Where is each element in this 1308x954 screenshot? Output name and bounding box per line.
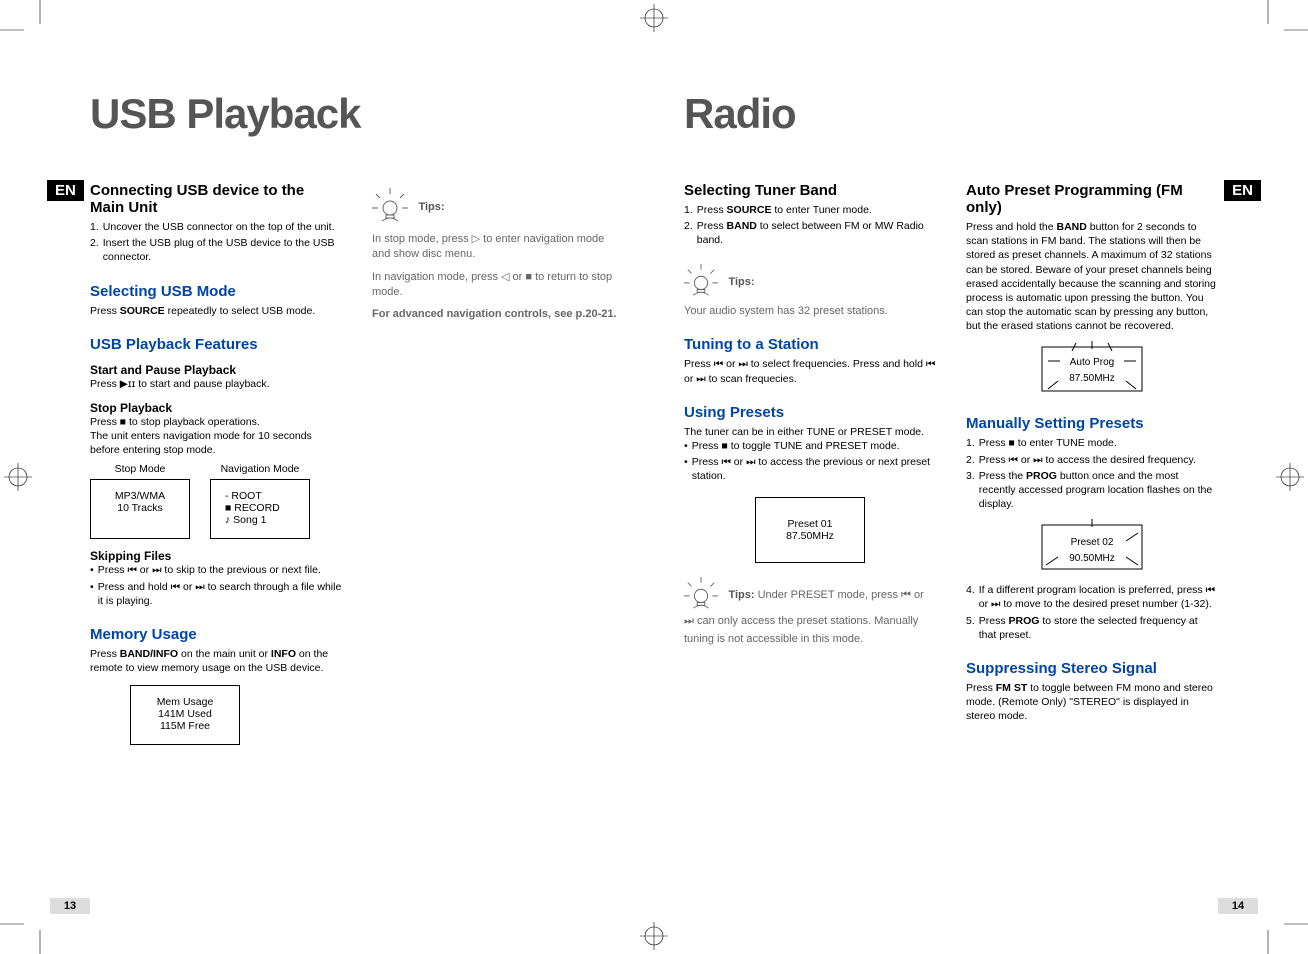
page-left: EN USB Playback Connecting USB device to… bbox=[0, 0, 654, 954]
language-badge-left: EN bbox=[47, 180, 84, 201]
heading-memory-usage: Memory Usage bbox=[90, 626, 342, 643]
heading-auto-preset: Auto Preset Programming (FM only) bbox=[966, 182, 1218, 216]
svg-text:Auto Prog: Auto Prog bbox=[1070, 357, 1114, 368]
language-badge-right: EN bbox=[1224, 180, 1261, 201]
display-label-nav-mode: Navigation Mode bbox=[210, 463, 310, 475]
step-text: Press ⏮ or ⏭ to access the desired frequ… bbox=[979, 453, 1196, 467]
step-text: Insert the USB plug of the USB device to… bbox=[103, 236, 342, 264]
step-text: If a different program location is prefe… bbox=[979, 583, 1218, 611]
body-text: Press ▶ɪɪ to start and pause playback. bbox=[90, 377, 342, 391]
tips-label: Tips: bbox=[418, 201, 444, 213]
page-number-left: 13 bbox=[50, 898, 90, 914]
svg-text:87.50MHz: 87.50MHz bbox=[1069, 373, 1115, 384]
body-text: The tuner can be in either TUNE or PRESE… bbox=[684, 425, 936, 439]
body-text: Press FM ST to toggle between FM mono an… bbox=[966, 681, 1218, 724]
step-number: 1. bbox=[90, 220, 99, 234]
tips-text: Your audio system has 32 preset stations… bbox=[684, 304, 936, 319]
tips-text: In navigation mode, press ◁ or ■ to retu… bbox=[372, 270, 624, 300]
page-number-right: 14 bbox=[1218, 898, 1258, 914]
step-text: Uncover the USB connector on the top of … bbox=[103, 220, 335, 234]
tips-label: Tips: bbox=[728, 276, 754, 288]
body-text: Press SOURCE repeatedly to select USB mo… bbox=[90, 304, 342, 318]
bullet-text: Press ⏮ or ⏭ to skip to the previous or … bbox=[98, 563, 321, 577]
display-box-preset: Preset 01 87.50MHz bbox=[755, 497, 865, 563]
svg-text:Preset 02: Preset 02 bbox=[1071, 537, 1114, 548]
page-right: EN Radio Selecting Tuner Band 1. Press S… bbox=[654, 0, 1308, 954]
bullet-text: Press and hold ⏮ or ⏭ to search through … bbox=[98, 580, 342, 608]
step-number: 3. bbox=[966, 469, 975, 512]
step-text: Press ■ to enter TUNE mode. bbox=[979, 436, 1117, 450]
heading-connecting-usb: Connecting USB device to the Main Unit bbox=[90, 182, 342, 216]
step-number: 1. bbox=[966, 436, 975, 450]
display-box-memory: Mem Usage 141M Used 115M Free bbox=[130, 685, 240, 745]
display-box-stop-mode: MP3/WMA 10 Tracks bbox=[90, 479, 190, 539]
step-number: 2. bbox=[90, 236, 99, 264]
body-text: The unit enters navigation mode for 10 s… bbox=[90, 429, 342, 457]
title-radio: Radio bbox=[684, 90, 1218, 138]
step-number: 2. bbox=[684, 219, 693, 247]
step-text: Press the PROG button once and the most … bbox=[979, 469, 1218, 512]
display-manual-preset: Preset 02 90.50MHz bbox=[1032, 519, 1152, 575]
body-text: Press BAND/INFO on the main unit or INFO… bbox=[90, 647, 342, 675]
lightbulb-icon bbox=[684, 264, 718, 298]
lightbulb-icon bbox=[684, 577, 718, 611]
step-number: 2. bbox=[966, 453, 975, 467]
svg-text:90.50MHz: 90.50MHz bbox=[1069, 553, 1115, 564]
heading-suppressing-stereo: Suppressing Stereo Signal bbox=[966, 660, 1218, 677]
display-label-stop-mode: Stop Mode bbox=[90, 463, 190, 475]
heading-manually-setting-presets: Manually Setting Presets bbox=[966, 415, 1218, 432]
step-number: 1. bbox=[684, 203, 693, 217]
step-number: 4. bbox=[966, 583, 975, 611]
step-text: Press SOURCE to enter Tuner mode. bbox=[697, 203, 872, 217]
tips-text: In stop mode, press ▷ to enter navigatio… bbox=[372, 232, 624, 262]
step-number: 5. bbox=[966, 614, 975, 642]
heading-selecting-usb-mode: Selecting USB Mode bbox=[90, 283, 342, 300]
bullet-text: Press ■ to toggle TUNE and PRESET mode. bbox=[692, 439, 900, 453]
display-box-nav-mode: - ROOT ■ RECORD ♪ Song 1 bbox=[210, 479, 310, 539]
subheading-start-pause: Start and Pause Playback bbox=[90, 363, 342, 377]
heading-tuning-station: Tuning to a Station bbox=[684, 336, 936, 353]
body-text: Press ■ to stop playback operations. bbox=[90, 415, 342, 429]
bullet-text: Press ⏮ or ⏭ to access the previous or n… bbox=[692, 455, 936, 483]
subheading-skipping-files: Skipping Files bbox=[90, 549, 342, 563]
body-text: Press and hold the BAND button for 2 sec… bbox=[966, 220, 1218, 333]
step-text: Press BAND to select between FM or MW Ra… bbox=[697, 219, 936, 247]
lightbulb-icon bbox=[372, 188, 408, 224]
heading-usb-playback-features: USB Playback Features bbox=[90, 336, 342, 353]
step-text: Press PROG to store the selected frequen… bbox=[979, 614, 1218, 642]
body-text: Press ⏮ or ⏭ to select frequencies. Pres… bbox=[684, 357, 936, 385]
heading-using-presets: Using Presets bbox=[684, 404, 936, 421]
display-auto-prog: Auto Prog 87.50MHz bbox=[1032, 341, 1152, 397]
tips-text: For advanced navigation controls, see p.… bbox=[372, 307, 624, 322]
title-usb-playback: USB Playback bbox=[90, 90, 624, 138]
subheading-stop-playback: Stop Playback bbox=[90, 401, 342, 415]
tips-text: Tips: Under PRESET mode, press ⏮ or ⏭ ca… bbox=[684, 590, 924, 646]
heading-selecting-tuner-band: Selecting Tuner Band bbox=[684, 182, 936, 199]
